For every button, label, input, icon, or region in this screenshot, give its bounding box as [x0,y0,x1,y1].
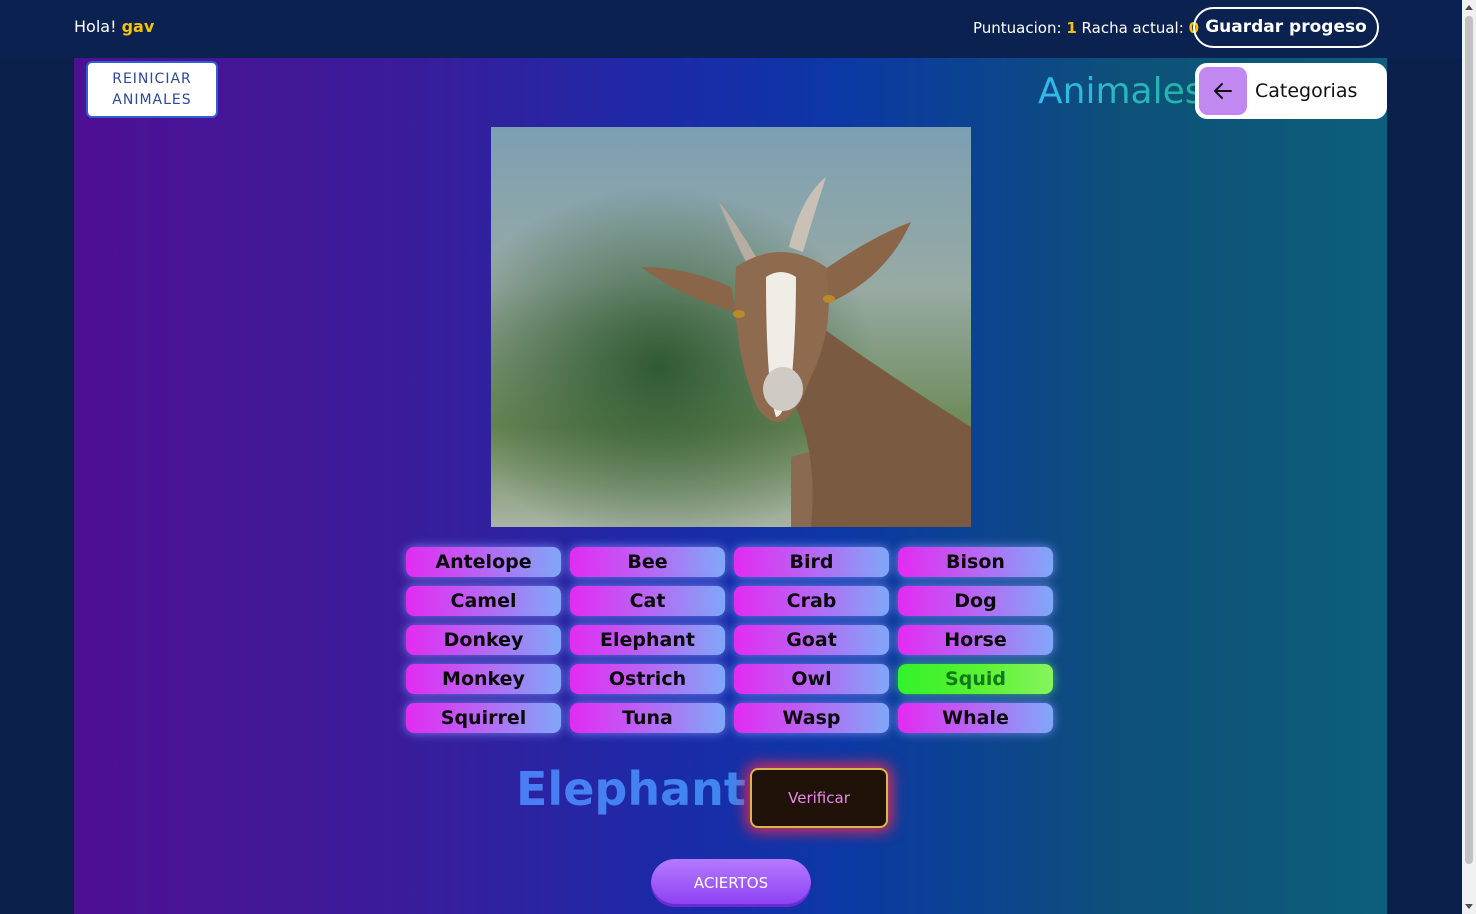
arrow-left-icon [1199,67,1247,115]
username: gav [121,17,155,36]
reset-animals-button[interactable]: REINICIAR ANIMALES [86,61,218,118]
greeting: Hola! gav [74,17,154,36]
reset-label-line1: REINICIAR [112,70,192,87]
hits-button[interactable]: ACIERTOS [651,859,811,907]
game-area: REINICIAR ANIMALES Animales Categorias A… [74,58,1387,914]
option-button[interactable]: Owl [734,664,889,694]
scrollbar[interactable] [1462,0,1476,914]
categories-label: Categorias [1255,80,1358,102]
greeting-text: Hola! [74,17,117,36]
category-title: Animales [1038,71,1204,112]
option-button[interactable]: Whale [898,703,1053,733]
page: Hola! gav Puntuacion: 1 Racha actual: 0 … [0,0,1476,914]
option-button[interactable]: Goat [734,625,889,655]
save-progress-button[interactable]: Guardar progeso [1193,7,1379,48]
option-button[interactable]: Horse [898,625,1053,655]
animal-photo [491,127,971,527]
scroll-down-icon[interactable] [1465,904,1473,909]
verify-button[interactable]: Verificar [750,768,888,828]
score-value: 1 [1066,19,1077,37]
option-button[interactable]: Bee [570,547,725,577]
score-label: Puntuacion: [973,19,1062,37]
categories-button[interactable]: Categorias [1195,63,1387,119]
top-bar: Hola! gav Puntuacion: 1 Racha actual: 0 … [0,0,1462,58]
option-button[interactable]: Crab [734,586,889,616]
option-button[interactable]: Squirrel [406,703,561,733]
option-button[interactable]: Bison [898,547,1053,577]
option-button[interactable]: Bird [734,547,889,577]
scroll-up-icon[interactable] [1465,5,1473,10]
option-button[interactable]: Monkey [406,664,561,694]
option-button[interactable]: Elephant [570,625,725,655]
option-button[interactable]: Wasp [734,703,889,733]
option-button[interactable]: Cat [570,586,725,616]
option-button[interactable]: Squid [898,664,1053,694]
option-button[interactable]: Antelope [406,547,561,577]
option-button[interactable]: Donkey [406,625,561,655]
option-button[interactable]: Ostrich [570,664,725,694]
current-word: Elephant [516,762,746,816]
reset-label-line2: ANIMALES [112,91,192,108]
score-display: Puntuacion: 1 Racha actual: 0 [973,19,1199,37]
scroll-thumb[interactable] [1465,16,1473,864]
streak-label: Racha actual: [1081,19,1184,37]
option-button[interactable]: Tuna [570,703,725,733]
option-button[interactable]: Dog [898,586,1053,616]
option-button[interactable]: Camel [406,586,561,616]
